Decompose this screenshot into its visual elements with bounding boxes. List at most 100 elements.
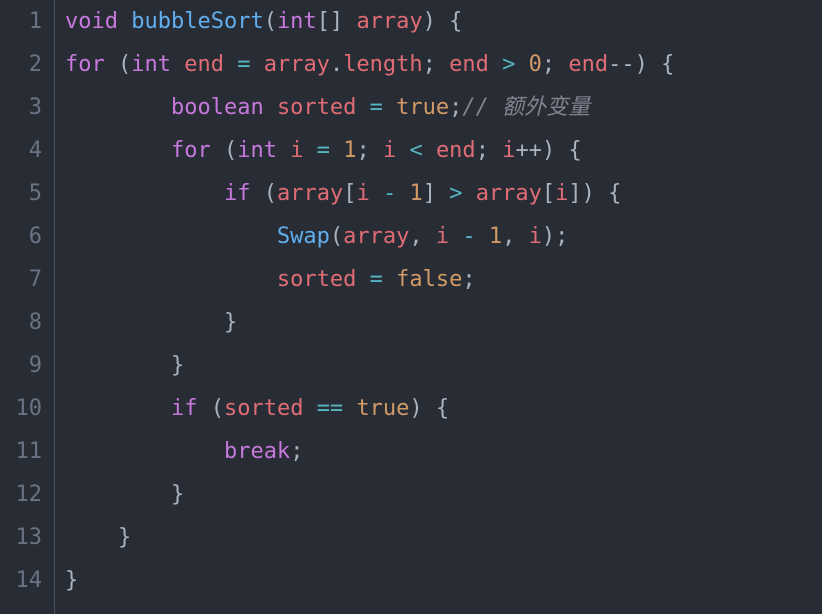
code-token: end <box>184 54 237 76</box>
code-token: if <box>171 398 211 420</box>
code-token: i <box>555 183 568 205</box>
code-token: for <box>171 140 224 162</box>
code-token: } <box>171 484 184 506</box>
code-line[interactable]: } <box>65 516 674 559</box>
code-token: int <box>131 54 184 76</box>
line-number: 13 <box>8 516 42 559</box>
indent <box>65 398 171 420</box>
code-line[interactable]: void bubbleSort(int[] array) { <box>65 0 674 43</box>
code-token: end <box>568 54 608 76</box>
code-token: > <box>449 183 476 205</box>
line-number: 1 <box>8 0 42 43</box>
line-number: 8 <box>8 301 42 344</box>
code-token: = <box>370 97 397 119</box>
code-token: Swap <box>277 226 330 248</box>
code-token: true <box>396 97 449 119</box>
code-editor[interactable]: 1234567891011121314 void bubbleSort(int[… <box>0 0 822 614</box>
code-token: for <box>65 54 118 76</box>
indent <box>65 226 277 248</box>
code-token: ( <box>264 183 277 205</box>
code-token: array <box>356 11 422 33</box>
code-token: i <box>529 226 542 248</box>
code-token: } <box>224 312 237 334</box>
code-token: ; <box>462 269 475 291</box>
code-token: = <box>317 140 344 162</box>
code-token: ( <box>211 398 224 420</box>
code-area[interactable]: void bubbleSort(int[] array) {for (int e… <box>55 0 674 614</box>
code-line[interactable]: sorted = false; <box>65 258 674 301</box>
indent <box>65 441 224 463</box>
code-token: break <box>224 441 290 463</box>
code-token: ( <box>118 54 131 76</box>
code-token: [] <box>317 11 357 33</box>
code-line[interactable]: if (array[i - 1] > array[i]) { <box>65 172 674 215</box>
line-number: 7 <box>8 258 42 301</box>
code-line[interactable]: if (sorted == true) { <box>65 387 674 430</box>
code-token: ) { <box>635 54 675 76</box>
code-token: < <box>409 140 436 162</box>
code-token: = <box>237 54 264 76</box>
indent <box>65 140 171 162</box>
code-token: 1 <box>489 226 502 248</box>
code-token: ; <box>542 54 569 76</box>
code-token: if <box>224 183 264 205</box>
code-line[interactable]: } <box>65 559 674 602</box>
code-line[interactable]: for (int i = 1; i < end; i++) { <box>65 129 674 172</box>
code-token: // 额外变量 <box>462 97 590 119</box>
line-number: 2 <box>8 43 42 86</box>
code-token: - <box>383 183 410 205</box>
indent <box>65 484 171 506</box>
code-token: array <box>264 54 330 76</box>
code-token: [ <box>343 183 356 205</box>
code-token: end <box>436 140 476 162</box>
code-token: array <box>277 183 343 205</box>
code-token: - <box>462 226 489 248</box>
code-token: array <box>343 226 409 248</box>
code-token: ( <box>264 11 277 33</box>
line-number: 5 <box>8 172 42 215</box>
code-token: [ <box>542 183 555 205</box>
code-token: , <box>409 226 436 248</box>
code-token: sorted <box>277 269 370 291</box>
code-line[interactable]: } <box>65 301 674 344</box>
code-token: ) { <box>409 398 449 420</box>
code-token: , <box>502 226 529 248</box>
code-token: boolean <box>171 97 277 119</box>
code-token: == <box>317 398 357 420</box>
code-token: false <box>396 269 462 291</box>
code-line[interactable]: break; <box>65 430 674 473</box>
code-line[interactable]: for (int end = array.length; end > 0; en… <box>65 43 674 86</box>
code-line[interactable]: boolean sorted = true;// 额外变量 <box>65 86 674 129</box>
line-number: 14 <box>8 559 42 602</box>
line-number: 11 <box>8 430 42 473</box>
code-token: ) { <box>423 11 463 33</box>
code-token: ; <box>423 54 450 76</box>
code-token: > <box>502 54 529 76</box>
code-token: ; <box>356 140 383 162</box>
code-token: ); <box>542 226 569 248</box>
code-token: ( <box>224 140 237 162</box>
code-token: true <box>356 398 409 420</box>
code-line[interactable]: } <box>65 473 674 516</box>
code-line[interactable]: } <box>65 344 674 387</box>
line-number: 9 <box>8 344 42 387</box>
code-token: ++ <box>515 140 542 162</box>
code-token: ; <box>476 140 503 162</box>
code-token: 0 <box>529 54 542 76</box>
code-token: } <box>118 527 131 549</box>
indent <box>65 97 171 119</box>
code-token: ; <box>290 441 303 463</box>
code-token: i <box>383 140 410 162</box>
code-token: sorted <box>277 97 370 119</box>
code-token: sorted <box>224 398 317 420</box>
code-token: int <box>237 140 290 162</box>
code-token: 1 <box>409 183 422 205</box>
line-number: 3 <box>8 86 42 129</box>
code-token: . <box>330 54 343 76</box>
code-token: = <box>370 269 397 291</box>
code-line[interactable]: Swap(array, i - 1, i); <box>65 215 674 258</box>
code-token: i <box>436 226 463 248</box>
code-token: i <box>356 183 383 205</box>
code-token: ]) { <box>568 183 621 205</box>
code-token: } <box>171 355 184 377</box>
